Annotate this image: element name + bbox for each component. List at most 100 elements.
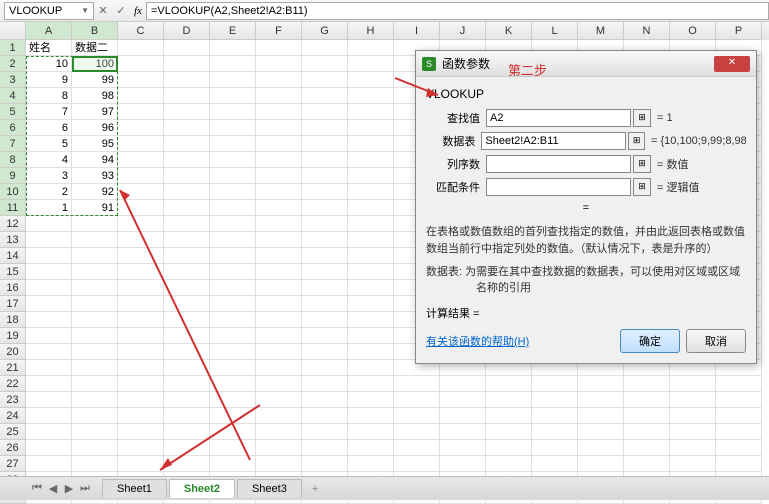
cell[interactable] [394,440,440,456]
cell[interactable] [210,392,256,408]
cell[interactable] [256,56,302,72]
cell[interactable] [118,376,164,392]
row-header-14[interactable]: 14 [0,248,26,264]
cell[interactable] [716,424,762,440]
cell[interactable] [348,152,394,168]
cell[interactable] [210,248,256,264]
cell[interactable] [26,264,72,280]
cell[interactable] [164,376,210,392]
cell[interactable] [302,296,348,312]
row-header-12[interactable]: 12 [0,216,26,232]
cell[interactable] [256,248,302,264]
cell[interactable] [348,280,394,296]
cell[interactable] [72,392,118,408]
cell[interactable] [72,408,118,424]
cell[interactable] [164,120,210,136]
cell[interactable] [72,456,118,472]
help-link[interactable]: 有关该函数的帮助(H) [426,333,529,349]
cell[interactable] [716,408,762,424]
cell[interactable] [348,120,394,136]
tab-prev-icon[interactable]: ◀ [46,482,60,495]
cell[interactable]: 4 [26,152,72,168]
cell[interactable] [210,424,256,440]
cell[interactable]: 100 [72,56,118,72]
sheet-tab-sheet1[interactable]: Sheet1 [102,479,167,498]
cell[interactable] [302,248,348,264]
tab-first-icon[interactable]: ⏮ [30,482,44,495]
cell[interactable] [624,376,670,392]
row-header-24[interactable]: 24 [0,408,26,424]
cell[interactable] [302,424,348,440]
cell[interactable] [302,376,348,392]
cell[interactable] [256,424,302,440]
cell[interactable] [118,104,164,120]
cell[interactable] [210,152,256,168]
cell[interactable] [164,424,210,440]
row-header-20[interactable]: 20 [0,344,26,360]
cell[interactable] [302,216,348,232]
cell[interactable] [486,408,532,424]
cell[interactable] [302,136,348,152]
cell[interactable] [118,136,164,152]
cell[interactable]: 5 [26,136,72,152]
row-header-7[interactable]: 7 [0,136,26,152]
cell[interactable] [118,56,164,72]
cell[interactable] [670,408,716,424]
cell[interactable] [256,440,302,456]
row-header-2[interactable]: 2 [0,56,26,72]
cell[interactable] [716,376,762,392]
cell[interactable] [302,200,348,216]
cell[interactable] [164,248,210,264]
cell[interactable] [164,216,210,232]
cell[interactable] [256,360,302,376]
cell[interactable] [164,312,210,328]
cell[interactable] [256,408,302,424]
cell[interactable] [26,424,72,440]
cell[interactable]: 姓名 [26,40,72,56]
cell[interactable] [210,216,256,232]
cell[interactable] [256,216,302,232]
cell[interactable] [256,328,302,344]
cell[interactable] [256,456,302,472]
close-icon[interactable]: ✕ [714,56,750,72]
cell[interactable] [302,392,348,408]
cell[interactable] [118,264,164,280]
cell[interactable] [72,360,118,376]
param-input-0[interactable] [486,109,631,127]
cell[interactable] [118,408,164,424]
row-header-13[interactable]: 13 [0,232,26,248]
col-header-C[interactable]: C [118,22,164,40]
cell[interactable]: 97 [72,104,118,120]
cell[interactable] [394,408,440,424]
cell[interactable] [486,440,532,456]
range-select-icon[interactable]: ⊞ [633,109,651,127]
col-header-K[interactable]: K [486,22,532,40]
cell[interactable] [26,344,72,360]
cell[interactable] [26,232,72,248]
tab-next-icon[interactable]: ▶ [62,482,76,495]
cell[interactable] [302,152,348,168]
cell[interactable] [210,136,256,152]
cell[interactable] [72,296,118,312]
col-header-J[interactable]: J [440,22,486,40]
col-header-B[interactable]: B [72,22,118,40]
cell[interactable] [210,296,256,312]
cell[interactable] [26,280,72,296]
cell[interactable] [72,424,118,440]
cell[interactable] [440,440,486,456]
range-select-icon[interactable]: ⊞ [633,178,651,196]
cell[interactable] [670,424,716,440]
row-header-23[interactable]: 23 [0,392,26,408]
cell[interactable] [440,408,486,424]
cell[interactable] [210,168,256,184]
cell[interactable] [670,376,716,392]
cell[interactable]: 99 [72,72,118,88]
cell[interactable] [72,232,118,248]
cancel-button[interactable]: 取消 [686,329,746,353]
cell[interactable] [164,200,210,216]
cell[interactable]: 6 [26,120,72,136]
cell[interactable] [164,184,210,200]
cell[interactable] [118,120,164,136]
cell[interactable] [26,248,72,264]
cell[interactable] [440,392,486,408]
